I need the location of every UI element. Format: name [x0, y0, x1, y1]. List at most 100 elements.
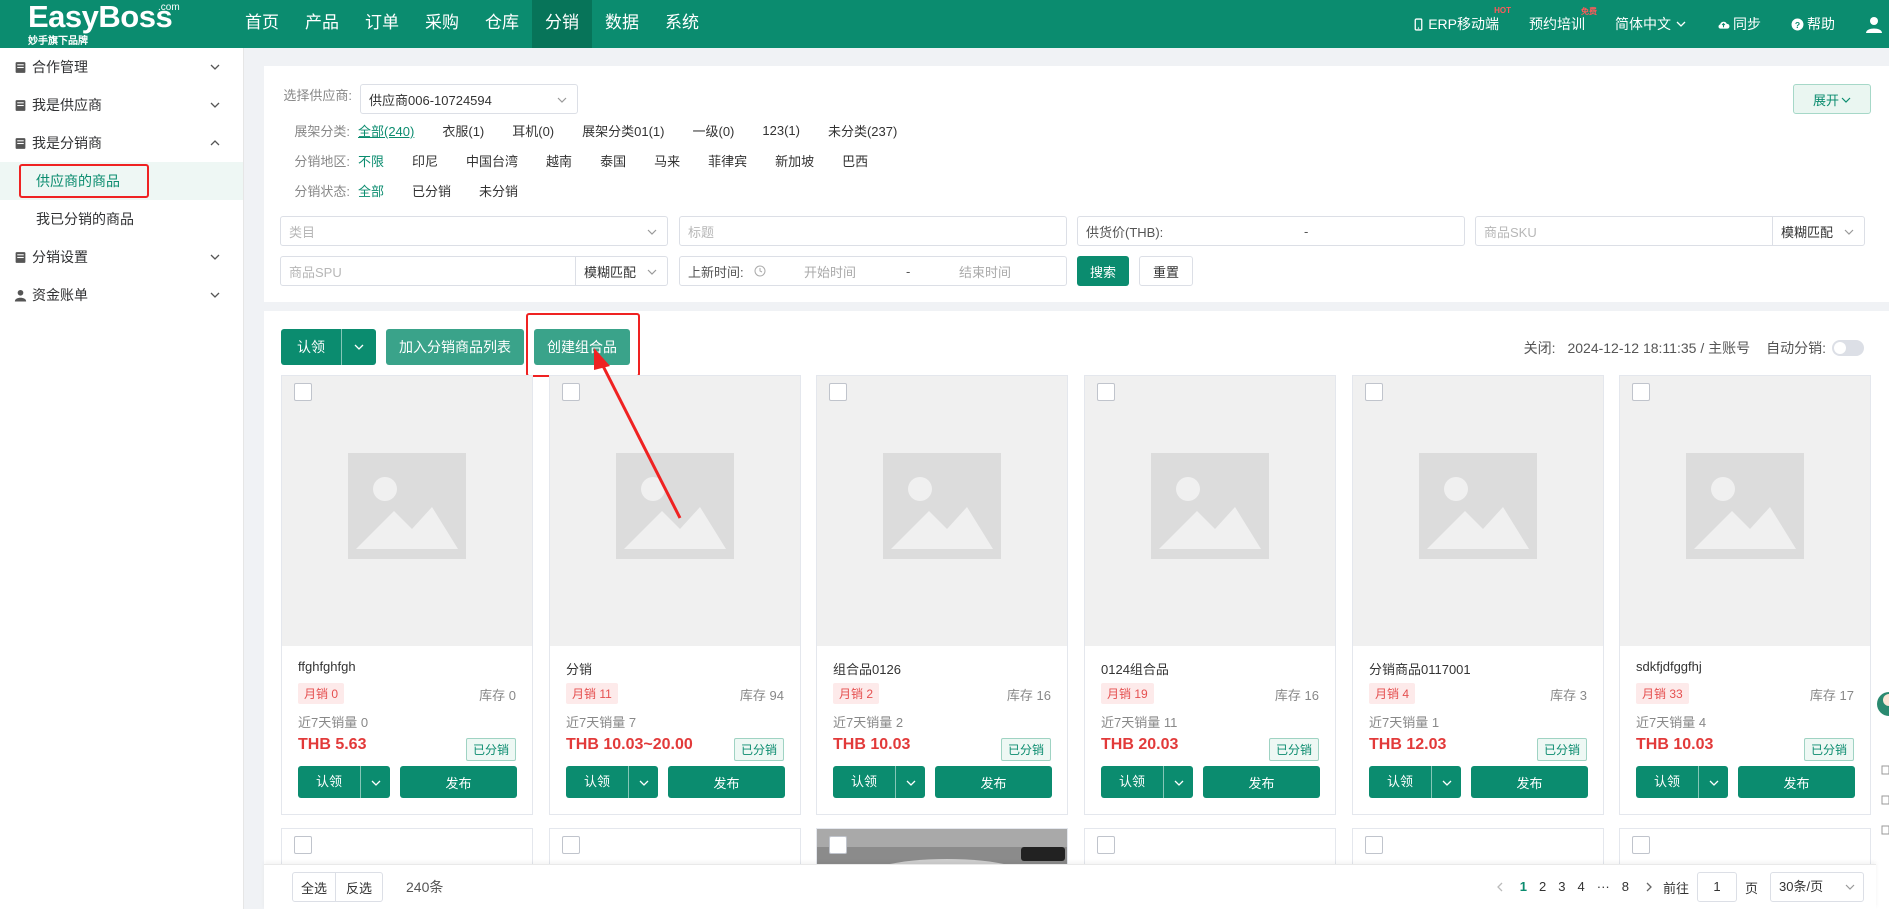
claim-dropdown[interactable] — [628, 766, 658, 798]
card-publish-button[interactable]: 发布 — [1203, 766, 1320, 798]
sidebar-menu-settings[interactable]: 分销设置 — [0, 238, 243, 276]
region-option[interactable]: 泰国 — [600, 151, 626, 170]
auto-distribute-switch[interactable] — [1832, 340, 1864, 356]
product-card[interactable]: 0124组合品 月销 19 库存 16 近7天销量 11 THB 20.03 已… — [1084, 375, 1336, 815]
nav-training[interactable]: 预约培训 免费 — [1529, 7, 1597, 34]
product-card[interactable]: ffghfghfgh 月销 0 库存 0 近7天销量 0 THB 5.63 已分… — [281, 375, 533, 815]
shelf-option[interactable]: 未分类(237) — [828, 121, 897, 140]
product-checkbox[interactable] — [829, 836, 847, 854]
nav-purchase[interactable]: 采购 — [412, 0, 472, 48]
region-option[interactable]: 马来 — [654, 151, 680, 170]
nav-home[interactable]: 首页 — [232, 0, 292, 48]
product-checkbox[interactable] — [1097, 383, 1115, 401]
user-avatar[interactable] — [1865, 15, 1883, 33]
card-publish-button[interactable]: 发布 — [935, 766, 1052, 798]
nav-products[interactable]: 产品 — [292, 0, 352, 48]
claim-button[interactable]: 认领 — [281, 329, 376, 365]
product-checkbox[interactable] — [1632, 836, 1650, 854]
supplier-select[interactable]: 供应商006-10724594 — [360, 84, 578, 114]
chevron-left-icon[interactable] — [1494, 881, 1506, 893]
page-size-select[interactable]: 30条/页 — [1770, 872, 1864, 902]
page-number[interactable]: 3 — [1552, 872, 1571, 902]
help-button[interactable]: ? 帮助 — [1791, 14, 1835, 34]
claim-dropdown[interactable] — [1431, 766, 1461, 798]
card-publish-button[interactable]: 发布 — [668, 766, 785, 798]
nav-data[interactable]: 数据 — [592, 0, 652, 48]
page-number[interactable]: 4 — [1572, 872, 1591, 902]
shelf-option[interactable]: 123(1) — [762, 123, 800, 138]
spu-input[interactable]: 商品SPU — [280, 256, 576, 286]
status-option[interactable]: 未分销 — [479, 181, 518, 200]
region-option[interactable]: 中国台湾 — [466, 151, 518, 170]
region-option[interactable]: 巴西 — [842, 151, 868, 170]
new-time-range[interactable]: 上新时间: 开始时间 - 结束时间 — [679, 256, 1067, 286]
select-all-button[interactable]: 全选 — [292, 872, 336, 902]
card-publish-button[interactable]: 发布 — [400, 766, 517, 798]
chevron-right-icon[interactable] — [1643, 881, 1655, 893]
shelf-option[interactable]: 耳机(0) — [512, 121, 554, 140]
sync-button[interactable]: 同步 — [1717, 14, 1761, 34]
invert-selection-button[interactable]: 反选 — [335, 872, 383, 902]
page-number[interactable]: 2 — [1533, 872, 1552, 902]
card-claim-button[interactable]: 认领 — [1636, 766, 1728, 798]
sku-match-select[interactable]: 模糊匹配 — [1772, 216, 1865, 246]
region-option[interactable]: 新加坡 — [775, 151, 814, 170]
nav-warehouse[interactable]: 仓库 — [472, 0, 532, 48]
claim-dropdown[interactable] — [1698, 766, 1728, 798]
region-option[interactable]: 菲律宾 — [708, 151, 747, 170]
sidebar-menu-supplier[interactable]: 我是供应商 — [0, 86, 243, 124]
claim-dropdown[interactable] — [341, 329, 376, 365]
sidebar-menu-funds[interactable]: 资金账单 — [0, 276, 243, 314]
page-ellipsis[interactable]: ··· — [1591, 872, 1616, 902]
claim-dropdown[interactable] — [360, 766, 390, 798]
region-option[interactable]: 越南 — [546, 151, 572, 170]
shelf-option[interactable]: 全部(240) — [358, 121, 414, 140]
price-range-input[interactable]: 供货价(THB): - — [1077, 216, 1465, 246]
card-claim-button[interactable]: 认领 — [566, 766, 658, 798]
title-input[interactable]: 标题 — [679, 216, 1067, 246]
status-option[interactable]: 已分销 — [412, 181, 451, 200]
region-option[interactable]: 不限 — [358, 151, 384, 170]
product-image[interactable] — [282, 376, 532, 646]
card-claim-button[interactable]: 认领 — [1101, 766, 1193, 798]
nav-orders[interactable]: 订单 — [352, 0, 412, 48]
status-option[interactable]: 全部 — [358, 181, 384, 200]
nav-system[interactable]: 系统 — [652, 0, 712, 48]
add-to-list-button[interactable]: 加入分销商品列表 — [386, 329, 524, 365]
product-image[interactable] — [1085, 376, 1335, 646]
product-checkbox[interactable] — [1365, 383, 1383, 401]
shelf-option[interactable]: 衣服(1) — [442, 121, 484, 140]
shelf-option[interactable]: 展架分类01(1) — [582, 121, 664, 140]
product-image[interactable] — [1620, 376, 1870, 646]
page-number[interactable]: 8 — [1616, 872, 1635, 902]
sidebar-menu-cooperation[interactable]: 合作管理 — [0, 48, 243, 86]
card-claim-button[interactable]: 认领 — [833, 766, 925, 798]
spu-match-select[interactable]: 模糊匹配 — [575, 256, 668, 286]
product-checkbox[interactable] — [294, 836, 312, 854]
product-card[interactable]: 组合品0126 月销 2 库存 16 近7天销量 2 THB 10.03 已分销… — [816, 375, 1068, 815]
reset-button[interactable]: 重置 — [1139, 256, 1193, 286]
shelf-option[interactable]: 一级(0) — [693, 121, 735, 140]
sidebar-item-my-distributed[interactable]: 我已分销的商品 — [0, 200, 243, 238]
sku-input[interactable]: 商品SKU — [1475, 216, 1773, 246]
product-checkbox[interactable] — [1365, 836, 1383, 854]
floating-service-icon[interactable] — [1876, 680, 1889, 880]
region-option[interactable]: 印尼 — [412, 151, 438, 170]
claim-dropdown[interactable] — [895, 766, 925, 798]
search-button[interactable]: 搜索 — [1077, 256, 1129, 286]
card-publish-button[interactable]: 发布 — [1738, 766, 1855, 798]
product-checkbox[interactable] — [294, 383, 312, 401]
page-number[interactable]: 1 — [1514, 872, 1533, 902]
sidebar-menu-distributor[interactable]: 我是分销商 — [0, 124, 243, 162]
goto-page-input[interactable]: 1 — [1696, 872, 1737, 902]
expand-button[interactable]: 展开 — [1793, 84, 1871, 114]
card-claim-button[interactable]: 认领 — [1369, 766, 1461, 798]
product-checkbox[interactable] — [1097, 836, 1115, 854]
product-image[interactable] — [1353, 376, 1603, 646]
card-publish-button[interactable]: 发布 — [1471, 766, 1588, 798]
product-card[interactable]: sdkfjdfggfhj 月销 33 库存 17 近7天销量 4 THB 10.… — [1619, 375, 1871, 815]
card-claim-button[interactable]: 认领 — [298, 766, 390, 798]
product-image[interactable] — [817, 376, 1067, 646]
brand-logo[interactable]: EasyBoss .com 妙手旗下品牌 — [28, 1, 180, 47]
product-checkbox[interactable] — [829, 383, 847, 401]
